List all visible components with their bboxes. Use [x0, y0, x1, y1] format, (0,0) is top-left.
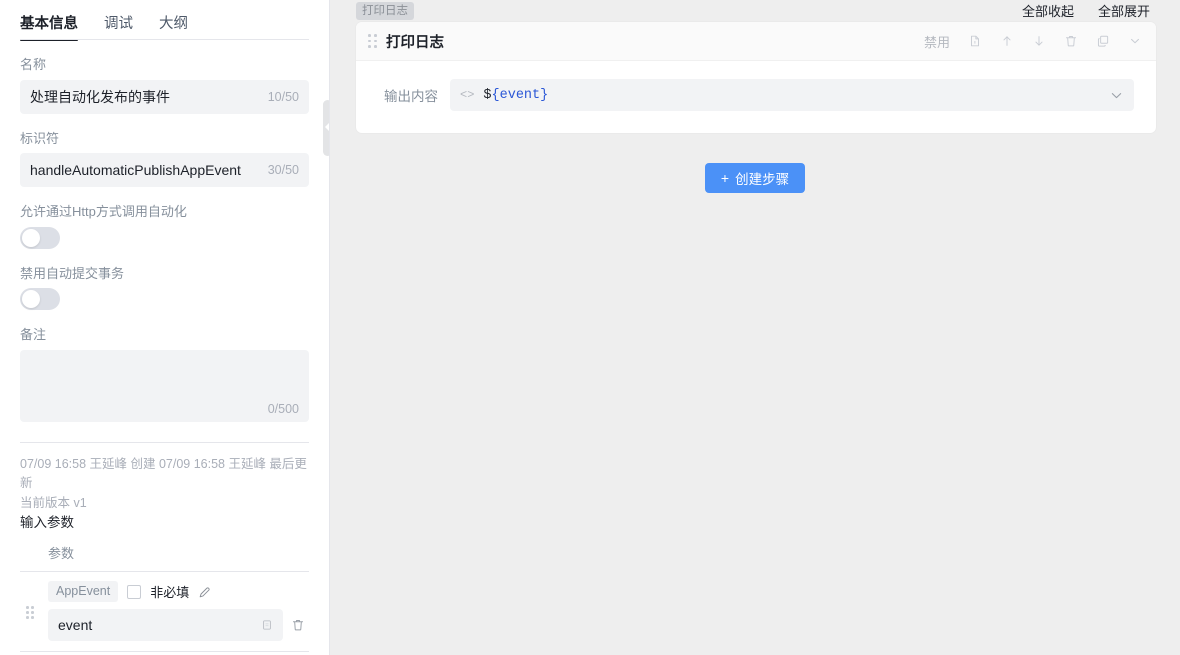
- output-content-input[interactable]: <> ${event}: [450, 79, 1134, 111]
- create-step-area: + 创建步骤: [330, 163, 1180, 193]
- name-field-label: 名称: [20, 57, 309, 73]
- http-toggle-label: 允许通过Http方式调用自动化: [20, 204, 309, 220]
- drag-handle-icon[interactable]: [26, 606, 34, 619]
- input-params-title: 输入参数: [20, 513, 309, 533]
- identifier-input-counter: 30/50: [268, 163, 299, 177]
- step-card: 打印日志 禁用: [356, 22, 1156, 133]
- main-canvas: 打印日志 全部收起 全部展开 打印日志 禁用: [330, 0, 1180, 655]
- meta-version-text: 当前版本 v1: [20, 494, 309, 513]
- edit-pencil-icon[interactable]: [198, 585, 212, 599]
- autocommit-toggle-knob: [22, 290, 40, 308]
- name-input[interactable]: 处理自动化发布的事件 10/50: [20, 80, 309, 114]
- trash-icon[interactable]: [1064, 34, 1078, 48]
- arrow-down-icon[interactable]: [1032, 34, 1046, 48]
- top-actions: 全部收起 全部展开: [1022, 5, 1150, 18]
- meta-info: 07/09 16:58 王延峰 创建 07/09 16:58 王延峰 最后更新 …: [20, 455, 309, 513]
- remark-counter: 0/500: [268, 402, 299, 416]
- chevron-left-icon: [325, 123, 329, 131]
- disable-step-button[interactable]: 禁用: [924, 32, 950, 51]
- create-step-button[interactable]: + 创建步骤: [705, 163, 805, 193]
- expand-expression-chevron-down-icon[interactable]: [1109, 88, 1124, 103]
- meta-audit-text: 07/09 16:58 王延峰 创建 07/09 16:58 王延峰 最后更新: [20, 457, 307, 490]
- table-row: AppEvent 非必填 event: [20, 572, 309, 651]
- tabs-divider: [20, 39, 309, 40]
- identifier-input-value: handleAutomaticPublishAppEvent: [30, 162, 262, 178]
- breadcrumb: 打印日志: [356, 2, 414, 20]
- sidebar-tabs: 基本信息 调试 大纲: [0, 0, 329, 40]
- code-icon: <>: [460, 88, 474, 102]
- params-table: 参数 AppEvent 非必填: [20, 543, 309, 655]
- expr-variable: {event}: [492, 88, 549, 103]
- step-card-header: 打印日志 禁用: [356, 22, 1156, 61]
- output-content-field: 输出内容 <> ${event}: [378, 79, 1134, 111]
- note-icon[interactable]: [968, 34, 982, 48]
- arrow-up-icon[interactable]: [1000, 34, 1014, 48]
- remark-field-label: 备注: [20, 327, 309, 343]
- tab-basic-info[interactable]: 基本信息: [20, 17, 78, 41]
- param-name-value: event: [58, 617, 261, 633]
- copy-icon[interactable]: [261, 619, 273, 631]
- name-input-counter: 10/50: [268, 90, 299, 104]
- param-optional-label: 非必填: [150, 582, 189, 601]
- plus-icon: +: [721, 171, 729, 185]
- params-column-header: 参数: [20, 543, 309, 571]
- identifier-field-label: 标识符: [20, 131, 309, 147]
- copy-icon[interactable]: [1096, 34, 1110, 48]
- autocommit-toggle-label: 禁用自动提交事务: [20, 266, 309, 282]
- create-step-label: 创建步骤: [735, 168, 789, 188]
- card-drag-handle-icon[interactable]: [368, 34, 377, 48]
- expand-all-button[interactable]: 全部展开: [1098, 5, 1150, 18]
- step-card-title: 打印日志: [386, 31, 444, 52]
- expr-prefix: $: [483, 88, 491, 103]
- meta-divider: [20, 442, 309, 443]
- tab-debug[interactable]: 调试: [104, 17, 133, 41]
- chevron-down-icon[interactable]: [1128, 34, 1142, 48]
- main-topbar: 打印日志 全部收起 全部展开: [330, 0, 1180, 22]
- name-input-value: 处理自动化发布的事件: [30, 87, 262, 107]
- http-toggle-knob: [22, 229, 40, 247]
- remark-textarea[interactable]: 0/500: [20, 350, 309, 422]
- collapse-all-button[interactable]: 全部收起: [1022, 5, 1074, 18]
- app-root: 基本信息 调试 大纲 名称 处理自动化发布的事件 10/50 标识符 handl…: [0, 0, 1180, 655]
- identifier-input[interactable]: handleAutomaticPublishAppEvent 30/50: [20, 153, 309, 187]
- trash-icon[interactable]: [291, 618, 305, 632]
- tab-outline[interactable]: 大纲: [159, 17, 188, 41]
- param-name-input[interactable]: event: [48, 609, 283, 641]
- autocommit-toggle-switch[interactable]: [20, 288, 60, 310]
- sidebar-collapse-handle[interactable]: [323, 100, 330, 156]
- step-card-tools: 禁用: [924, 32, 1142, 51]
- http-toggle-switch[interactable]: [20, 227, 60, 249]
- params-row-divider: [20, 651, 309, 652]
- sidebar-body: 名称 处理自动化发布的事件 10/50 标识符 handleAutomaticP…: [0, 57, 329, 655]
- param-row-top: AppEvent 非必填: [48, 581, 309, 602]
- param-row-bottom: event: [48, 609, 309, 641]
- param-optional-checkbox[interactable]: [127, 585, 141, 599]
- output-content-value: ${event}: [483, 88, 1100, 103]
- step-card-body: 输出内容 <> ${event}: [356, 61, 1156, 133]
- param-type-tag: AppEvent: [48, 581, 118, 602]
- output-content-label: 输出内容: [378, 85, 438, 105]
- left-sidebar: 基本信息 调试 大纲 名称 处理自动化发布的事件 10/50 标识符 handl…: [0, 0, 330, 655]
